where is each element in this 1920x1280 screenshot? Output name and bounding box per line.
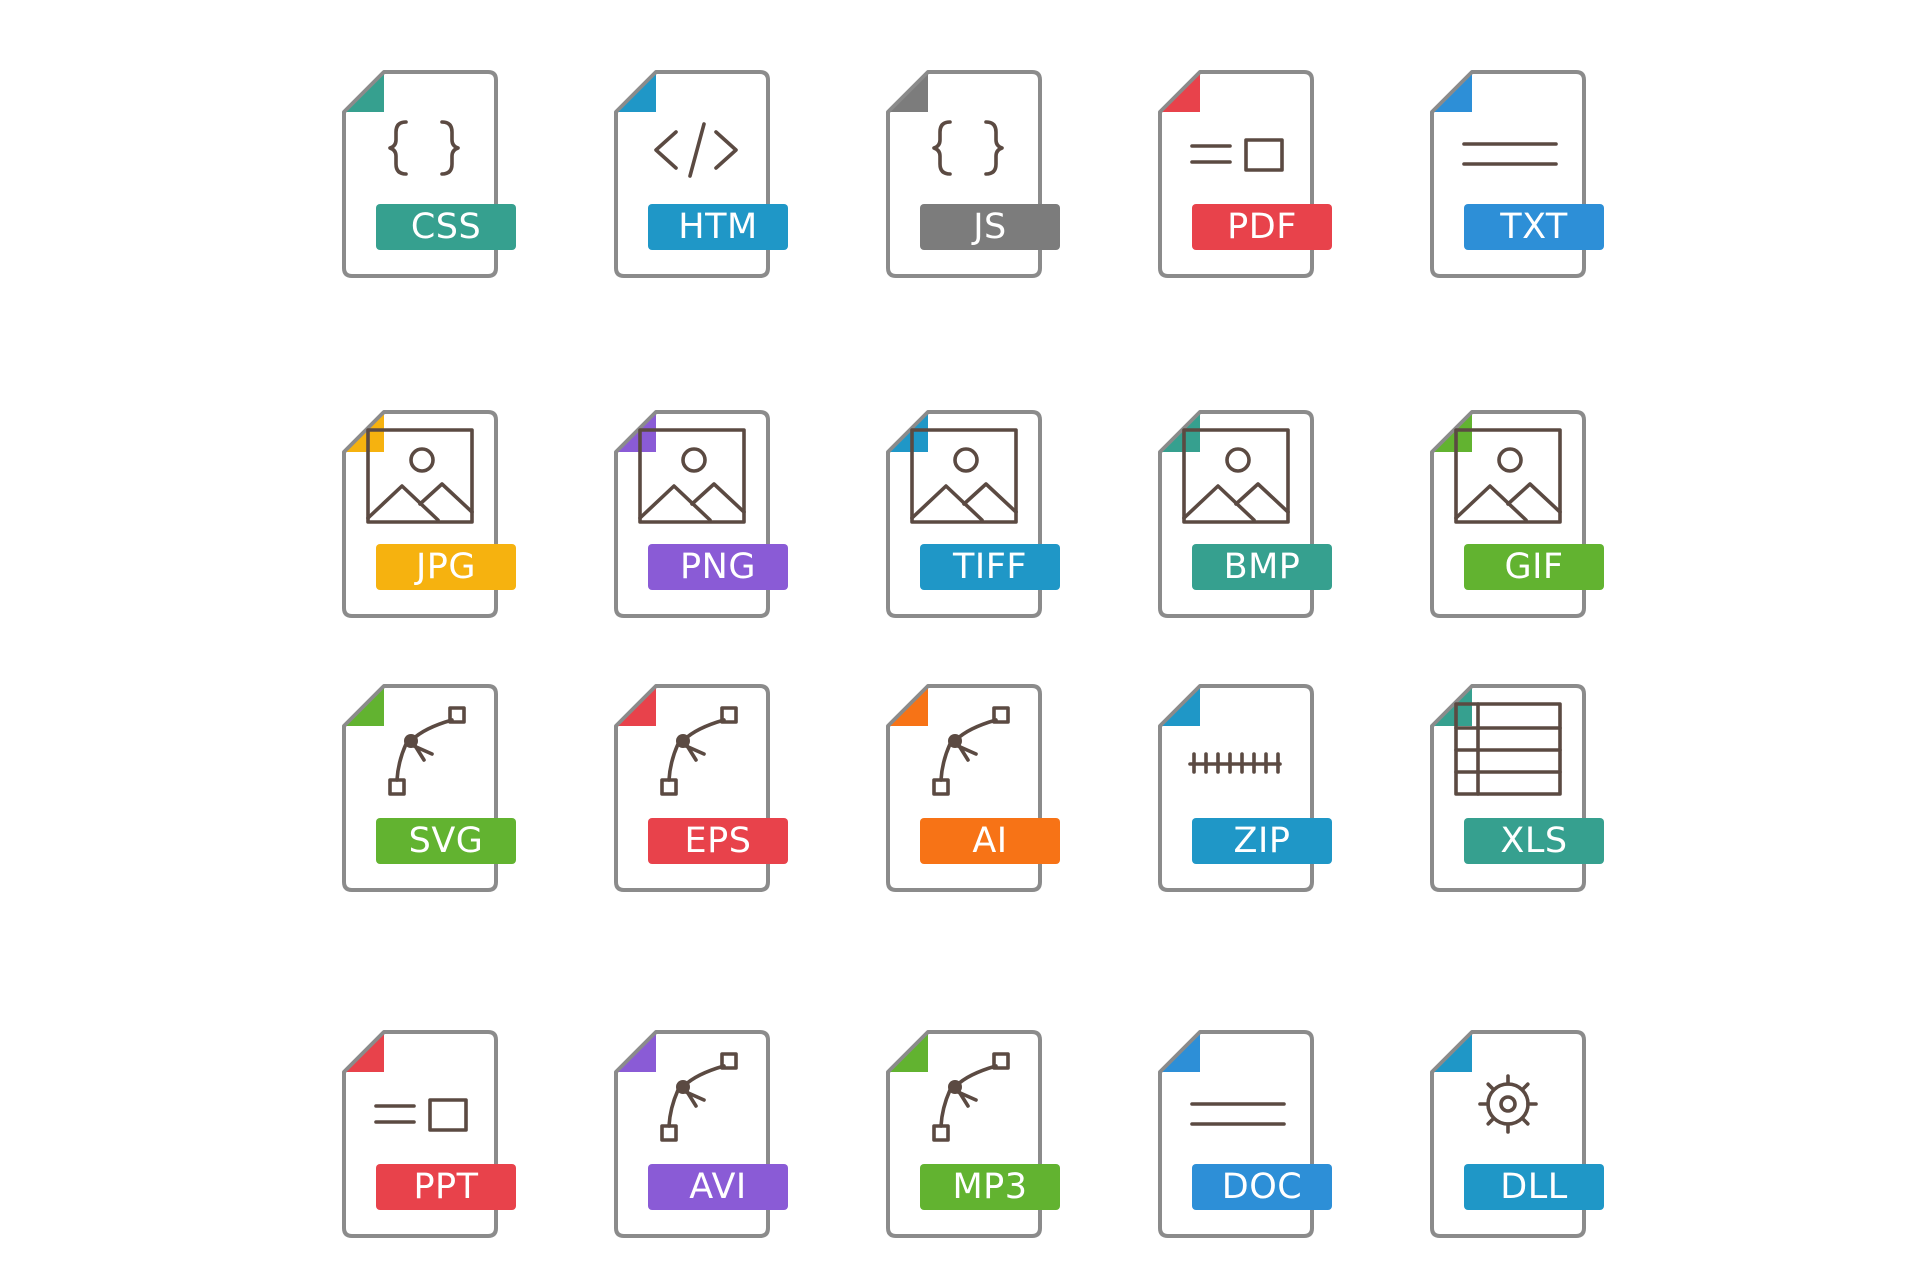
file-icon-gif: GIF	[1428, 408, 1608, 628]
document-page-icon	[1158, 684, 1314, 892]
file-icon-svg: SVG	[340, 682, 520, 902]
file-type-label: XLS	[1464, 818, 1604, 864]
file-type-label: PDF	[1192, 204, 1332, 250]
document-page-icon	[1430, 410, 1586, 618]
file-icon-ppt: PPT	[340, 1028, 520, 1248]
document-page-icon	[614, 410, 770, 618]
file-icon-eps: EPS	[612, 682, 792, 902]
document-page-icon	[886, 684, 1042, 892]
document-page-icon	[1158, 70, 1314, 278]
file-type-label: CSS	[376, 204, 516, 250]
file-type-label: GIF	[1464, 544, 1604, 590]
file-icon-xls: XLS	[1428, 682, 1608, 902]
file-icon-zip: ZIP	[1156, 682, 1336, 902]
file-icon-txt: TXT	[1428, 68, 1608, 288]
file-type-label: TXT	[1464, 204, 1604, 250]
file-icon-doc: DOC	[1156, 1028, 1336, 1248]
file-type-label: BMP	[1192, 544, 1332, 590]
file-type-label: PNG	[648, 544, 788, 590]
file-icon-css: CSS	[340, 68, 520, 288]
file-icon-dll: DLL	[1428, 1028, 1608, 1248]
file-type-label: DOC	[1192, 1164, 1332, 1210]
file-type-label: MP3	[920, 1164, 1060, 1210]
document-page-icon	[342, 410, 498, 618]
document-page-icon	[1430, 70, 1586, 278]
file-type-label: ZIP	[1192, 818, 1332, 864]
file-type-label: DLL	[1464, 1164, 1604, 1210]
document-page-icon	[614, 70, 770, 278]
document-page-icon	[886, 1030, 1042, 1238]
file-type-label: AI	[920, 818, 1060, 864]
file-type-icon-sheet: CSS HTM JS PDF TXT JPG PNG TIFF BMP GIF SVG EPS AI ZI…	[0, 0, 1920, 1280]
file-icon-jpg: JPG	[340, 408, 520, 628]
file-type-label: JPG	[376, 544, 516, 590]
document-page-icon	[342, 70, 498, 278]
document-page-icon	[342, 684, 498, 892]
document-page-icon	[1430, 1030, 1586, 1238]
file-type-label: TIFF	[920, 544, 1060, 590]
file-icon-avi: AVI	[612, 1028, 792, 1248]
document-page-icon	[342, 1030, 498, 1238]
file-icon-png: PNG	[612, 408, 792, 628]
document-page-icon	[1430, 684, 1586, 892]
file-type-label: AVI	[648, 1164, 788, 1210]
file-icon-js: JS	[884, 68, 1064, 288]
file-icon-ai: AI	[884, 682, 1064, 902]
file-type-label: SVG	[376, 818, 516, 864]
document-page-icon	[614, 684, 770, 892]
file-icon-htm: HTM	[612, 68, 792, 288]
file-icon-bmp: BMP	[1156, 408, 1336, 628]
file-type-label: JS	[920, 204, 1060, 250]
document-page-icon	[1158, 410, 1314, 618]
file-icon-mp3: MP3	[884, 1028, 1064, 1248]
document-page-icon	[1158, 1030, 1314, 1238]
document-page-icon	[886, 70, 1042, 278]
file-type-label: PPT	[376, 1164, 516, 1210]
file-icon-pdf: PDF	[1156, 68, 1336, 288]
file-type-label: EPS	[648, 818, 788, 864]
document-page-icon	[614, 1030, 770, 1238]
file-type-label: HTM	[648, 204, 788, 250]
document-page-icon	[886, 410, 1042, 618]
file-icon-tiff: TIFF	[884, 408, 1064, 628]
